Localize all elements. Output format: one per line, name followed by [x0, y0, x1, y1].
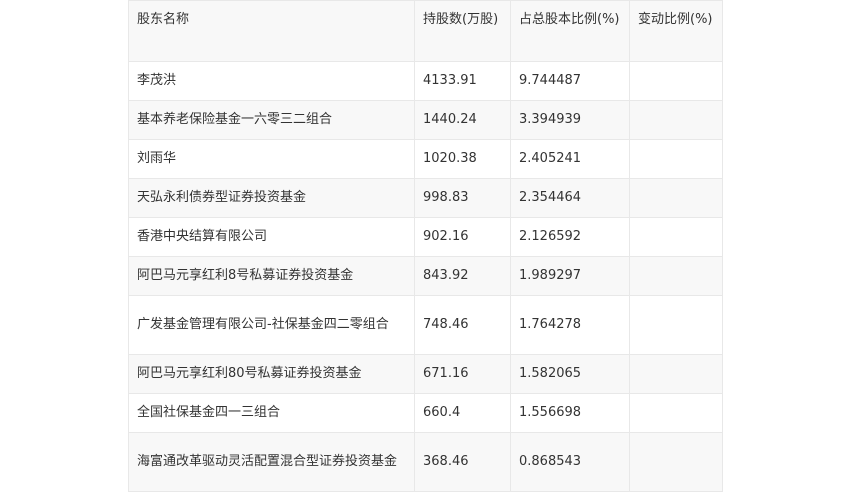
cell-shareholder-name: 香港中央结算有限公司: [128, 217, 415, 257]
cell-shareholder-name: 天弘永利债券型证券投资基金: [128, 178, 415, 218]
cell-share-ratio: 1.764278: [510, 295, 630, 355]
cell-shareholder-name: 海富通改革驱动灵活配置混合型证券投资基金: [128, 432, 415, 492]
cell-share-ratio: 2.126592: [510, 217, 630, 257]
header-share-ratio: 占总股本比例(%): [510, 0, 630, 62]
cell-shareholder-name: 阿巴马元享红利8号私募证券投资基金: [128, 256, 415, 296]
table-header-row: 股东名称 持股数(万股) 占总股本比例(%) 变动比例(%): [128, 0, 723, 62]
table-row: 基本养老保险基金一六零三二组合 1440.24 3.394939: [128, 100, 723, 140]
shareholder-table: 股东名称 持股数(万股) 占总股本比例(%) 变动比例(%) 李茂洪 4133.…: [128, 0, 723, 492]
cell-shares-held: 748.46: [414, 295, 511, 355]
header-shares-held: 持股数(万股): [414, 0, 511, 62]
table-row: 阿巴马元享红利80号私募证券投资基金 671.16 1.582065: [128, 354, 723, 394]
cell-shares-held: 368.46: [414, 432, 511, 492]
cell-shares-held: 671.16: [414, 354, 511, 394]
cell-shares-held: 998.83: [414, 178, 511, 218]
cell-share-ratio: 9.744487: [510, 61, 630, 101]
table-row: 天弘永利债券型证券投资基金 998.83 2.354464: [128, 178, 723, 218]
cell-shares-held: 660.4: [414, 393, 511, 433]
cell-shares-held: 843.92: [414, 256, 511, 296]
shareholder-table-container: 股东名称 持股数(万股) 占总股本比例(%) 变动比例(%) 李茂洪 4133.…: [128, 0, 723, 492]
cell-shares-held: 902.16: [414, 217, 511, 257]
cell-share-ratio: 0.868543: [510, 432, 630, 492]
table-row: 李茂洪 4133.91 9.744487: [128, 61, 723, 101]
cell-shares-held: 1440.24: [414, 100, 511, 140]
cell-change-ratio: [629, 139, 723, 179]
cell-change-ratio: [629, 354, 723, 394]
cell-share-ratio: 2.354464: [510, 178, 630, 218]
cell-share-ratio: 1.989297: [510, 256, 630, 296]
header-shareholder-name: 股东名称: [128, 0, 415, 62]
cell-change-ratio: [629, 393, 723, 433]
cell-share-ratio: 1.582065: [510, 354, 630, 394]
cell-shareholder-name: 基本养老保险基金一六零三二组合: [128, 100, 415, 140]
cell-shares-held: 4133.91: [414, 61, 511, 101]
table-row: 阿巴马元享红利8号私募证券投资基金 843.92 1.989297: [128, 256, 723, 296]
cell-share-ratio: 1.556698: [510, 393, 630, 433]
table-row: 全国社保基金四一三组合 660.4 1.556698: [128, 393, 723, 433]
cell-change-ratio: [629, 100, 723, 140]
cell-shareholder-name: 刘雨华: [128, 139, 415, 179]
cell-share-ratio: 3.394939: [510, 100, 630, 140]
cell-change-ratio: [629, 217, 723, 257]
cell-change-ratio: [629, 295, 723, 355]
cell-change-ratio: [629, 256, 723, 296]
cell-shareholder-name: 全国社保基金四一三组合: [128, 393, 415, 433]
header-change-ratio: 变动比例(%): [629, 0, 723, 62]
table-row: 香港中央结算有限公司 902.16 2.126592: [128, 217, 723, 257]
cell-change-ratio: [629, 432, 723, 492]
cell-shares-held: 1020.38: [414, 139, 511, 179]
cell-change-ratio: [629, 61, 723, 101]
cell-change-ratio: [629, 178, 723, 218]
cell-shareholder-name: 阿巴马元享红利80号私募证券投资基金: [128, 354, 415, 394]
cell-shareholder-name: 李茂洪: [128, 61, 415, 101]
table-row: 广发基金管理有限公司-社保基金四二零组合 748.46 1.764278: [128, 295, 723, 355]
cell-share-ratio: 2.405241: [510, 139, 630, 179]
cell-shareholder-name: 广发基金管理有限公司-社保基金四二零组合: [128, 295, 415, 355]
table-row: 刘雨华 1020.38 2.405241: [128, 139, 723, 179]
table-row: 海富通改革驱动灵活配置混合型证券投资基金 368.46 0.868543: [128, 432, 723, 492]
